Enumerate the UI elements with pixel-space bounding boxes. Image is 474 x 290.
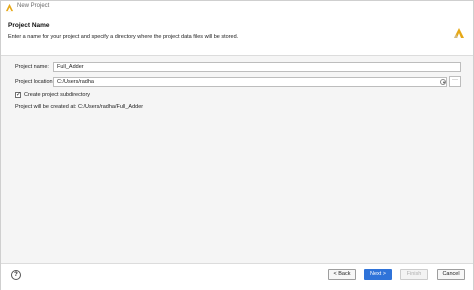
clear-location-icon[interactable] [440,79,446,85]
page-title: Project Name [8,22,50,29]
new-project-window: New Project Project Name Enter a name fo… [0,0,474,290]
vivado-logo-icon [5,3,14,12]
form-area [1,56,473,263]
page-header: Project Name Enter a name for your proje… [1,14,473,55]
cancel-button[interactable]: Cancel [437,269,465,280]
project-name-label: Project name: [15,64,49,70]
page-description: Enter a name for your project and specif… [8,34,239,40]
help-button[interactable]: ? [11,270,21,280]
create-subdirectory-checkbox[interactable]: ✓ [15,92,21,98]
project-path-info: Project will be created at: C:/Users/rad… [15,104,144,110]
project-name-input[interactable]: Full_Adder [53,62,461,72]
window-title: New Project [17,3,50,9]
browse-button[interactable]: ··· [449,76,461,87]
vivado-logo-icon [454,28,464,38]
finish-button[interactable]: Finish [400,269,428,280]
title-bar: New Project [1,1,473,14]
project-location-input[interactable]: C:/Users/radha [53,77,447,87]
back-button[interactable]: < Back [328,269,356,280]
project-location-label: Project location: [15,79,55,85]
next-button[interactable]: Next > [364,269,392,280]
create-subdirectory-label: Create project subdirectory [24,92,91,98]
